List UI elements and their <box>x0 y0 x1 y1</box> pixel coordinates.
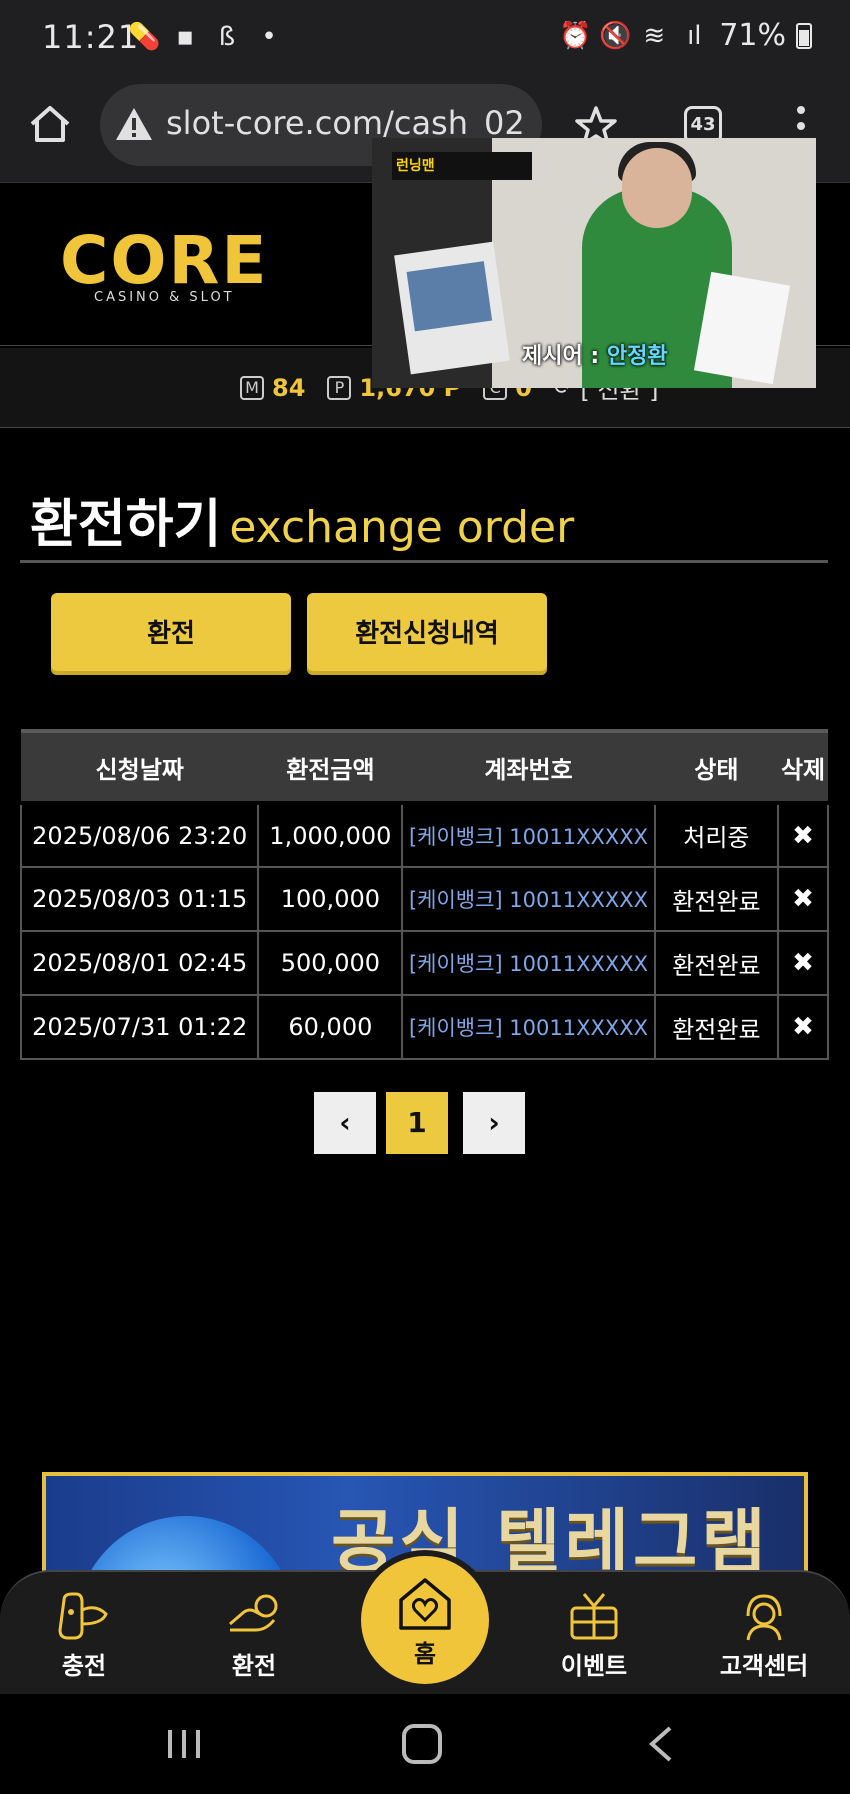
row-date: 2025/08/06 23:20 <box>19 801 260 868</box>
table-row: 2025/08/03 01:15 100,000 [케이뱅크] 10011XXX… <box>19 866 829 932</box>
nav-home-button[interactable]: 홈 <box>361 1556 489 1684</box>
gift-tv-icon <box>570 1593 618 1640</box>
page-title-ko: 환전하기 <box>30 495 222 555</box>
nav-support[interactable]: 고객센터 <box>704 1590 824 1681</box>
video-show-tag: 런닝맨 <box>392 152 532 180</box>
row-amount: 1,000,000 <box>257 801 404 868</box>
row-date: 2025/08/01 02:45 <box>19 930 260 996</box>
pill-icon: 💊 <box>128 22 161 52</box>
row-status: 환전완료 <box>653 866 780 932</box>
nav-exchange[interactable]: 환전 <box>194 1590 314 1681</box>
status-time: 11:21 <box>42 18 140 56</box>
alarm-icon: ⏰ <box>559 20 592 51</box>
home-icon[interactable] <box>28 102 72 146</box>
back-icon[interactable] <box>646 1726 676 1762</box>
delete-icon[interactable]: ✖ <box>777 930 829 996</box>
delete-icon[interactable]: ✖ <box>777 994 829 1060</box>
row-status: 환전완료 <box>653 994 780 1060</box>
row-date: 2025/08/03 01:15 <box>19 866 260 932</box>
row-account: [케이뱅크] 10011XXXXX <box>401 930 656 996</box>
video-photo-card <box>394 241 510 375</box>
nav-charge-label: 충전 <box>61 1652 107 1680</box>
nav-support-label: 고객센터 <box>719 1652 809 1680</box>
row-amount: 100,000 <box>257 866 404 932</box>
mute-icon: 🔇 <box>599 20 632 51</box>
nav-event[interactable]: 이벤트 <box>534 1590 654 1681</box>
system-home-icon[interactable] <box>402 1724 442 1764</box>
row-amount: 500,000 <box>257 930 404 996</box>
pagination-prev-button[interactable]: ‹ <box>314 1092 376 1154</box>
header-delete: 삭제 <box>778 729 828 803</box>
delete-icon[interactable]: ✖ <box>777 801 829 868</box>
video-caption: 제시어 : 안정환 <box>522 344 668 369</box>
row-account: [케이뱅크] 10011XXXXX <box>401 994 656 1060</box>
title-divider <box>20 560 828 563</box>
header-account: 계좌번호 <box>402 729 655 803</box>
pagination-next-button[interactable]: › <box>463 1092 525 1154</box>
headset-icon <box>746 1594 782 1641</box>
video-pip-overlay[interactable]: 런닝맨 제시어 : 안정환 <box>372 138 816 388</box>
status-notification-icons: 💊 ▪ ß • <box>128 22 284 52</box>
url-text: slot-core.com/cash_02_1 <box>166 104 542 142</box>
table-row: 2025/08/01 02:45 500,000 [케이뱅크] 10011XXX… <box>19 930 829 996</box>
nav-event-label: 이벤트 <box>560 1652 628 1680</box>
status-bar: 11:21 💊 ▪ ß • ⏰ 🔇 ≋ ıl 71% <box>0 0 850 80</box>
row-status: 환전완료 <box>653 930 780 996</box>
table-header-row: 신청날짜 환전금액 계좌번호 상태 삭제 <box>21 729 828 803</box>
exchange-hand-icon <box>229 1594 278 1632</box>
table-row: 2025/07/31 01:22 60,000 [케이뱅크] 10011XXXX… <box>19 994 829 1060</box>
nav-exchange-label: 환전 <box>231 1652 277 1680</box>
row-date: 2025/07/31 01:22 <box>19 994 260 1060</box>
money-badge-icon: M <box>240 375 264 400</box>
home-heart-icon <box>399 1578 451 1630</box>
pagination-page-1[interactable]: 1 <box>386 1092 448 1154</box>
video-person-head <box>622 148 692 228</box>
page-title: 환전하기 exchange order <box>30 482 574 557</box>
signal-icon: ıl <box>687 20 702 51</box>
system-navigation-bar <box>0 1694 850 1794</box>
exchange-history-button[interactable]: 환전신청내역 <box>307 593 547 675</box>
recent-apps-icon[interactable] <box>166 1728 202 1760</box>
exchange-history-table: 신청날짜 환전금액 계좌번호 상태 삭제 2025/08/06 23:20 1,… <box>19 729 829 1060</box>
header-amount: 환전금액 <box>258 729 403 803</box>
b-app-icon: ß <box>218 22 236 52</box>
wifi-icon: ≋ <box>643 20 666 51</box>
header-date: 신청날짜 <box>21 729 259 803</box>
row-account: [케이뱅크] 10011XXXXX <box>401 801 656 868</box>
site-logo[interactable]: CORE CASINO & SLOT <box>60 222 269 306</box>
status-system-icons: ⏰ 🔇 ≋ ıl 71% <box>559 18 812 53</box>
logo-text: CORE <box>60 222 269 299</box>
point-badge-icon: P <box>327 375 352 400</box>
table-row: 2025/08/06 23:20 1,000,000 [케이뱅크] 10011X… <box>19 801 829 868</box>
battery-percent: 71% <box>719 18 786 53</box>
page-title-en: exchange order <box>229 502 575 553</box>
row-account: [케이뱅크] 10011XXXXX <box>401 866 656 932</box>
exchange-button[interactable]: 환전 <box>51 593 291 675</box>
battery-icon <box>796 22 812 49</box>
header-status: 상태 <box>654 729 779 803</box>
note-icon: ▪ <box>176 22 194 52</box>
nav-charge[interactable]: 충전 <box>24 1590 144 1681</box>
video-paper <box>693 271 791 385</box>
row-status: 처리중 <box>653 801 780 868</box>
nav-home-label: 홈 <box>413 1640 437 1668</box>
charge-icon <box>58 1592 108 1640</box>
row-amount: 60,000 <box>257 994 404 1060</box>
dot-icon: • <box>261 22 277 52</box>
delete-icon[interactable]: ✖ <box>777 866 829 932</box>
money-value: 84 <box>272 373 306 402</box>
warning-icon[interactable] <box>114 104 154 144</box>
